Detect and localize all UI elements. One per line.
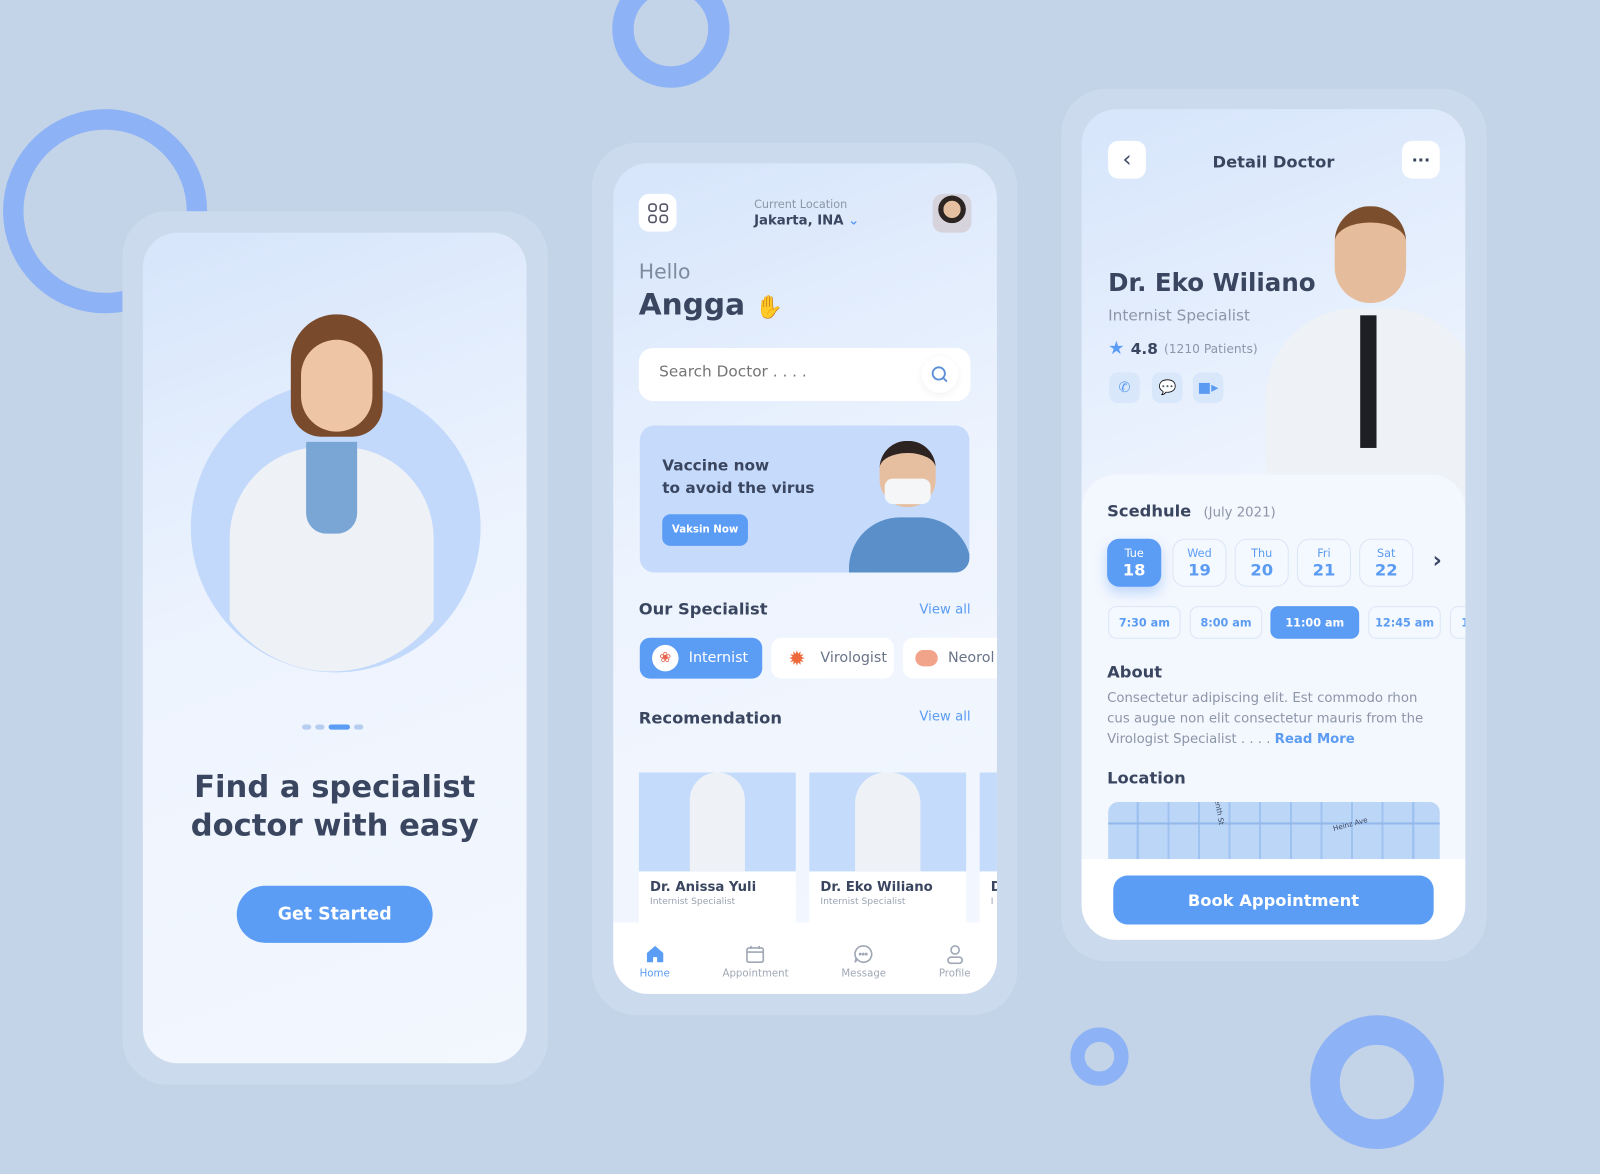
chat-icon <box>854 944 873 963</box>
brain-icon <box>915 649 938 667</box>
lungs-icon: ❀ <box>652 644 679 672</box>
onboarding-title: Find a specialist doctor with easy <box>190 769 479 844</box>
chip-neurologist[interactable]: Neorol <box>903 637 997 679</box>
recommendation-title: Recomendation <box>638 708 782 728</box>
book-appointment-button[interactable]: Book Appointment <box>1113 875 1434 925</box>
grid-icon <box>647 202 668 223</box>
doctor-specialty: Internist Specialist <box>1108 306 1250 325</box>
doctor-card[interactable]: Dr. Eko Wiliano Internist Specialist <box>809 772 967 924</box>
search-icon <box>931 366 948 383</box>
specialist-view-all[interactable]: View all <box>919 602 970 617</box>
calendar-icon <box>746 945 765 963</box>
canvas: Find a specialist doctor with easy Get S… <box>0 0 1600 1174</box>
menu-button[interactable] <box>638 193 677 232</box>
chip-internist[interactable]: ❀ Internist <box>639 637 763 679</box>
decor-ring <box>1070 1027 1129 1086</box>
banner-title: Vaccine now to avoid the virus <box>662 456 815 497</box>
location-map[interactable]: enth St Heinz Ave <box>1108 802 1440 860</box>
chat-button[interactable]: 💬 <box>1152 372 1183 404</box>
onboarding-screen: Find a specialist doctor with easy Get S… <box>142 232 527 1064</box>
search-button[interactable] <box>921 356 959 393</box>
chip-virologist[interactable]: ✹ Virologist <box>771 637 894 679</box>
day-option[interactable]: Tue 18 <box>1107 538 1162 587</box>
chat-icon: 💬 <box>1158 379 1177 396</box>
home-screen: Current Location Jakarta, INA ⌄ Hello An… <box>613 163 997 994</box>
video-button[interactable]: ■▸ <box>1192 372 1224 404</box>
user-icon <box>946 944 963 964</box>
more-icon: ··· <box>1411 149 1431 170</box>
search-input[interactable] <box>659 362 905 381</box>
schedule-header: Scedhule (July 2021) <box>1107 501 1276 521</box>
nurse-photo <box>844 436 970 573</box>
next-days-chevron-icon[interactable]: › <box>1433 548 1442 574</box>
search-bar <box>638 347 971 402</box>
location-label: Current Location <box>754 197 848 212</box>
doctor-photo <box>204 314 459 672</box>
decor-ring <box>612 0 730 88</box>
vaccine-banner: Vaccine now to avoid the virus Vaksin Now <box>639 425 970 573</box>
day-option[interactable]: Sat 22 <box>1359 538 1414 587</box>
recommendation-view-all[interactable]: View all <box>919 709 970 724</box>
day-option[interactable]: Fri 21 <box>1296 538 1352 587</box>
about-title: About <box>1107 662 1163 682</box>
video-icon: ■▸ <box>1197 379 1219 396</box>
wave-icon: ✋ <box>755 294 784 321</box>
location-select[interactable]: Jakarta, INA ⌄ <box>754 213 859 228</box>
nav-home[interactable]: Home <box>640 943 670 979</box>
nav-message[interactable]: Message <box>841 943 886 979</box>
call-button[interactable]: ✆ <box>1109 372 1140 404</box>
doctor-photo <box>809 772 967 872</box>
time-slot[interactable]: 11:00 am <box>1270 606 1360 639</box>
nav-appointment[interactable]: Appointment <box>722 943 789 979</box>
user-name: Angga ✋ <box>638 286 784 322</box>
detail-screen: ‹ Detail Doctor ··· Dr. Eko Wiliano Inte… <box>1081 109 1466 940</box>
time-slot[interactable]: 7:30 am <box>1108 606 1181 639</box>
vaksin-now-button[interactable]: Vaksin Now <box>662 514 748 546</box>
time-slot[interactable]: 12:45 am <box>1368 606 1441 639</box>
time-slot[interactable]: 1 <box>1449 606 1466 639</box>
nav-profile[interactable]: Profile <box>939 943 971 979</box>
get-started-button[interactable]: Get Started <box>236 885 433 943</box>
doctor-photo <box>979 772 997 872</box>
about-text: Consectetur adipiscing elit. Est commodo… <box>1107 690 1424 747</box>
pager-dots <box>302 724 364 730</box>
specialist-title: Our Specialist <box>638 598 768 619</box>
phone-icon: ✆ <box>1118 379 1131 396</box>
read-more-link[interactable]: Read More <box>1275 732 1355 747</box>
day-option[interactable]: Wed 19 <box>1172 538 1227 587</box>
virus-icon: ✹ <box>788 645 806 671</box>
doctor-card[interactable]: DI <box>979 772 997 924</box>
greeting: Hello <box>638 259 691 284</box>
doctor-card[interactable]: Dr. Anissa Yuli Internist Specialist <box>638 772 796 924</box>
time-slot[interactable]: 8:00 am <box>1189 606 1263 639</box>
location-title: Location <box>1107 768 1186 788</box>
chevron-down-icon: ⌄ <box>848 213 860 229</box>
day-option[interactable]: Thu 20 <box>1234 538 1289 587</box>
doctor-photo <box>1265 201 1466 508</box>
decor-ring <box>1310 1015 1444 1149</box>
star-icon: ★ <box>1108 337 1125 360</box>
doctor-name: Dr. Eko Wiliano <box>1108 268 1316 297</box>
doctor-photo <box>638 772 796 872</box>
bottom-nav: Home Appointment Message Profile <box>613 922 997 994</box>
rating: ★ 4.8 (1210 Patients) <box>1108 337 1258 360</box>
home-icon <box>646 945 663 962</box>
avatar[interactable] <box>932 193 972 233</box>
more-button[interactable]: ··· <box>1402 140 1440 179</box>
